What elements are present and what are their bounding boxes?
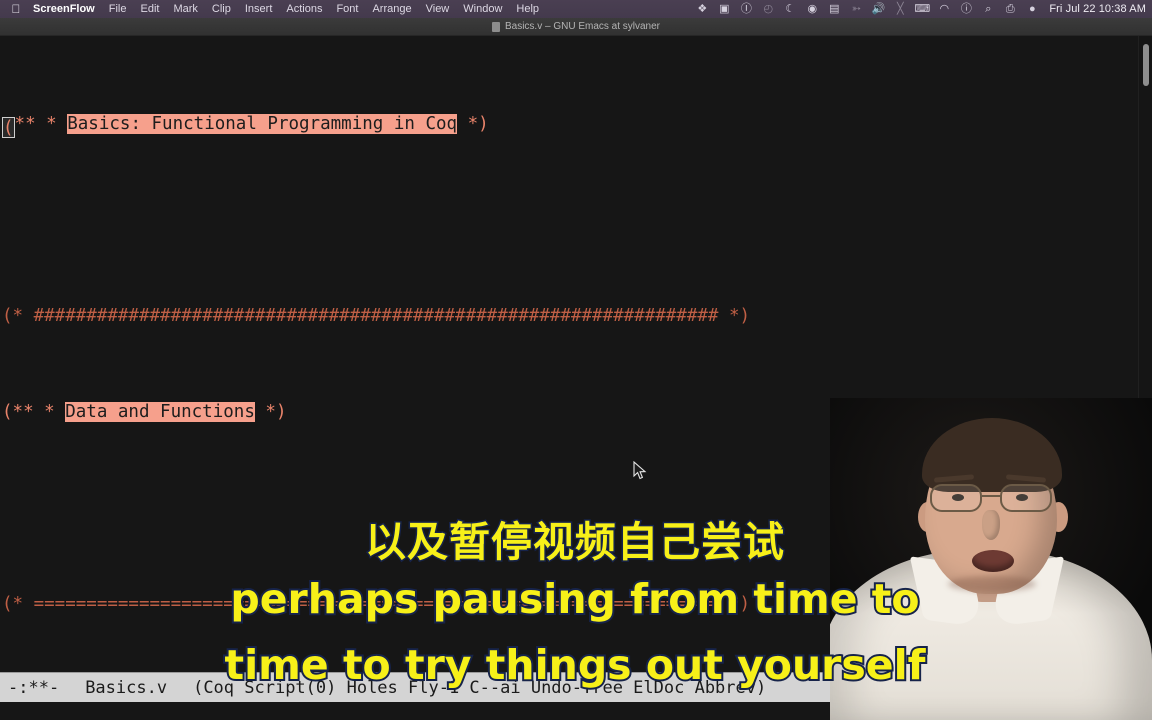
code-line-3: (* #####################################… (2, 306, 751, 326)
glasses-lens-left (930, 484, 982, 512)
battery-icon[interactable]: ⓘ (955, 0, 977, 18)
modeline-buffer-name: Basics.v (85, 677, 168, 698)
menu-item-insert[interactable]: Insert (238, 0, 280, 18)
menu-item-window[interactable]: Window (456, 0, 509, 18)
presenter-webcam-overlay (830, 398, 1152, 720)
power-icon[interactable]: Ⓘ (735, 0, 757, 18)
menu-item-help[interactable]: Help (509, 0, 546, 18)
emacs-title-bar[interactable]: Basics.v – GNU Emacs at sylvaner (0, 18, 1152, 36)
bluetooth-off-icon[interactable]: ╳ (889, 0, 911, 18)
night-shift-moon-icon[interactable]: ☾ (779, 0, 801, 18)
macos-menu-bar:  ScreenFlow File Edit Mark Clip Insert … (0, 0, 1152, 18)
menu-item-screenflow[interactable]: ScreenFlow (24, 0, 102, 18)
modeline-minor-modes: (Coq Script(0) Holes Fly-1 C--ai Undo-Tr… (193, 677, 767, 698)
menubar-status-area: ❖ ▣ Ⓘ ◴ ☾ ◉ ▤ ➳ 🔊 ╳ ⌨ ◠ ⓘ ⌕ ⎙ ● Fri Jul … (691, 0, 1152, 18)
modeline-status: -:**- (8, 677, 60, 698)
menu-item-view[interactable]: View (419, 0, 457, 18)
dropbox-icon[interactable]: ❖ (691, 0, 713, 18)
section-title-highlight: Basics: Functional Programming in Coq (67, 114, 458, 134)
menu-item-mark[interactable]: Mark (166, 0, 204, 18)
glasses-bridge (982, 495, 1002, 497)
apple-logo-icon[interactable]:  (8, 3, 24, 15)
window-title: Basics.v – GNU Emacs at sylvaner (504, 21, 661, 32)
timemachine-icon[interactable]: ◴ (757, 0, 779, 18)
screen-recorder-icon[interactable]: ▣ (713, 0, 735, 18)
glasses-lens-right (1000, 484, 1052, 512)
printer-icon[interactable]: ⎙ (999, 0, 1021, 18)
document-icon (491, 21, 500, 32)
hash-separator: ########################################… (33, 306, 719, 326)
text-cursor: ( (2, 117, 15, 138)
keyboard-input-icon[interactable]: ⌨ (911, 0, 933, 18)
equals-separator-1: ========================================… (33, 594, 719, 614)
menubar-clock[interactable]: Fri Jul 22 10:38 AM (1043, 3, 1146, 15)
window-layout-icon[interactable]: ▤ (823, 0, 845, 18)
subsection-title-highlight: Data and Functions (65, 402, 255, 422)
siri-icon[interactable]: ● (1021, 0, 1043, 18)
presenter-mouth (972, 550, 1014, 572)
presenter-chin-shadow (948, 576, 1036, 592)
menu-item-file[interactable]: File (102, 0, 134, 18)
menu-item-actions[interactable]: Actions (279, 0, 329, 18)
menu-item-edit[interactable]: Edit (133, 0, 166, 18)
sync-icon[interactable]: ➳ (845, 0, 867, 18)
mouse-pointer (633, 460, 647, 481)
screen-root:  ScreenFlow File Edit Mark Clip Insert … (0, 0, 1152, 720)
code-line-4: (** * Data and Functions *) (2, 402, 287, 422)
menu-item-font[interactable]: Font (329, 0, 365, 18)
volume-icon[interactable]: 🔊 (867, 0, 889, 18)
coq-source-code: (** * Basics: Functional Programming in … (0, 36, 750, 680)
scrollbar-thumb[interactable] (1143, 44, 1149, 86)
record-dot-icon[interactable]: ◉ (801, 0, 823, 18)
spotlight-search-icon[interactable]: ⌕ (977, 0, 999, 18)
code-line-1: (** * Basics: Functional Programming in … (2, 114, 489, 138)
menu-item-arrange[interactable]: Arrange (365, 0, 418, 18)
wifi-icon[interactable]: ◠ (933, 0, 955, 18)
presenter-nose (982, 510, 1000, 540)
code-line-6: (* =====================================… (2, 594, 751, 614)
menu-item-clip[interactable]: Clip (205, 0, 238, 18)
title-bar-content: Basics.v – GNU Emacs at sylvaner (491, 21, 661, 32)
